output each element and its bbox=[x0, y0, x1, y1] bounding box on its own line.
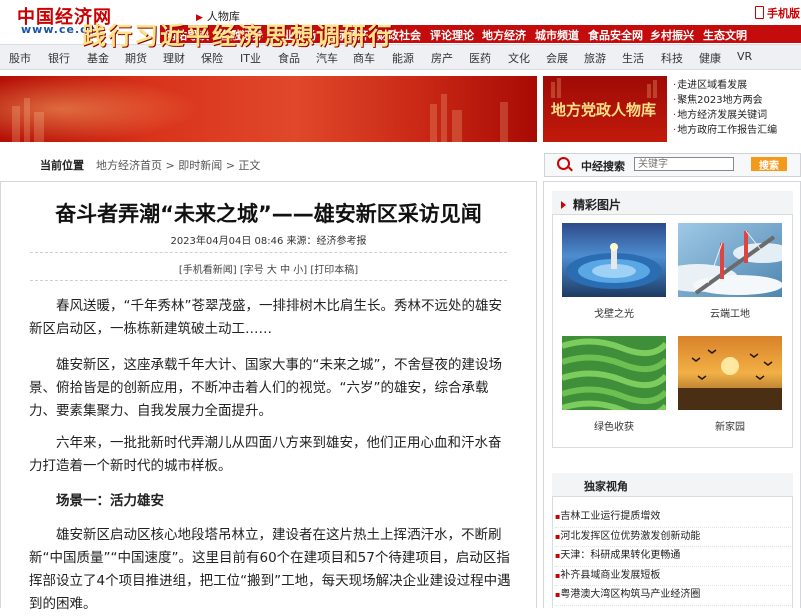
category-nav-item[interactable]: 商车 bbox=[353, 50, 375, 66]
category-nav-item[interactable]: 医药 bbox=[469, 50, 491, 66]
channel-nav-item[interactable]: 生态文明 bbox=[703, 27, 747, 43]
promo-banner-title: 践行习近平经济思想调研行 bbox=[82, 21, 394, 50]
channel-nav-item[interactable]: 评论理论 bbox=[430, 27, 474, 43]
list-item[interactable]: ▪粤港澳大湾区构筑马产业经济圈 bbox=[555, 586, 791, 606]
channel-nav-item[interactable]: 地方经济 bbox=[482, 27, 526, 43]
category-nav-item[interactable]: 科技 bbox=[661, 50, 683, 66]
article-title: 奋斗者弄潮“未来之城”——雄安新区采访见闻 bbox=[55, 202, 482, 226]
region-link-label: 聚焦2023地方两会 bbox=[677, 95, 763, 106]
region-link-label: 地方经济发展关键词 bbox=[677, 110, 768, 121]
channel-nav-item[interactable]: 城市频道 bbox=[535, 27, 579, 43]
article-tools[interactable]: [手机看新闻] [字号 大 中 小] [打印本稿] bbox=[0, 261, 537, 276]
article-paragraph-text: 雄安新区，这座承载千年大计、国家大事的“未来之城”，不舍昼夜的建设场景、俯拾皆是… bbox=[29, 357, 502, 419]
region-link[interactable]: ·走进区域看发展 bbox=[673, 78, 777, 93]
divider bbox=[30, 252, 507, 253]
exclusive-list: ▪吉林工业运行提质增效 ▪河北发挥区位优势激发创新动能 ▪天津：科研成果转化更畅… bbox=[555, 508, 791, 606]
region-link-label: 地方政府工作报告汇编 bbox=[677, 125, 778, 136]
channel-nav-item[interactable]: 食品安全网 bbox=[588, 27, 643, 43]
category-nav-item[interactable]: 汽车 bbox=[316, 50, 338, 66]
category-nav-item[interactable]: IT业 bbox=[240, 50, 261, 66]
category-nav-item[interactable]: 健康 bbox=[699, 50, 721, 66]
breadcrumb-path[interactable]: 地方经济首页 > 即时新闻 > 正文 bbox=[96, 159, 260, 172]
search-button[interactable]: 搜索 bbox=[751, 157, 787, 172]
category-nav-item[interactable]: 银行 bbox=[48, 50, 70, 66]
category-nav-item[interactable]: 基金 bbox=[87, 50, 109, 66]
photo-module-title: 精彩图片 bbox=[573, 198, 622, 212]
exclusive-module-title: 独家视角 bbox=[584, 480, 628, 493]
search-icon bbox=[557, 157, 570, 170]
region-links-list: ·走进区域看发展 ·聚焦2023地方两会 ·地方经济发展关键词 ·地方政府工作报… bbox=[673, 78, 777, 138]
phone-icon bbox=[755, 6, 764, 19]
list-item-label: 补齐县域商业发展短板 bbox=[560, 569, 661, 581]
list-item[interactable]: ▪吉林工业运行提质增效 bbox=[555, 508, 791, 528]
bullet-icon: · bbox=[673, 95, 677, 106]
region-link-label: 走进区域看发展 bbox=[677, 80, 748, 91]
triangle-marker-icon bbox=[561, 201, 566, 209]
list-item-label: 粤港澳大湾区构筑马产业经济圈 bbox=[560, 589, 701, 600]
list-item-label: 河北发挥区位优势激发创新动能 bbox=[560, 530, 701, 542]
bridge-clouds-image[interactable] bbox=[678, 223, 782, 297]
list-item[interactable]: ▪天津：科研成果转化更畅通 bbox=[555, 547, 791, 567]
category-nav-item[interactable]: 能源 bbox=[392, 50, 414, 66]
region-link[interactable]: ·地方政府工作报告汇编 bbox=[673, 123, 777, 138]
banner-building-decoration bbox=[12, 94, 508, 142]
article-paragraph: 雄安新区启动区核心地段塔吊林立，建设者在这片热土上挥洒汗水，不断刷新“中国质量”… bbox=[29, 524, 513, 616]
bullet-icon: · bbox=[673, 80, 677, 91]
photo-caption[interactable]: 云端工地 bbox=[678, 305, 782, 320]
tea-field-image[interactable] bbox=[562, 336, 666, 410]
article-paragraph: 雄安新区，这座承载千年大计、国家大事的“未来之城”，不舍昼夜的建设场景、俯拾皆是… bbox=[29, 354, 513, 423]
desert-solar-image[interactable] bbox=[562, 223, 666, 297]
category-nav-item[interactable]: VR bbox=[737, 50, 752, 63]
article-paragraph-text: 六年来，一批批新时代弄潮儿从四面八方来到雄安，他们正用心血和汗水奋力打造着一个新… bbox=[29, 435, 502, 474]
article-paragraph: 春风送暖，“千年秀林”苍翠茂盛，一排排树木比肩生长。秀林不远处的雄安新区启动区，… bbox=[29, 295, 513, 341]
photo-caption[interactable]: 戈壁之光 bbox=[562, 305, 666, 320]
category-nav-item[interactable]: 理财 bbox=[163, 50, 185, 66]
article-subheading: 场景一：活力雄安 bbox=[56, 493, 164, 509]
bullet-icon: · bbox=[673, 125, 677, 136]
list-item[interactable]: ▪河北发挥区位优势激发创新动能 bbox=[555, 528, 791, 547]
promo-banner[interactable] bbox=[0, 76, 537, 142]
birds-sunset-image[interactable] bbox=[678, 336, 782, 410]
article-meta: 2023年04月04日 08:46 来源：经济参考报 bbox=[170, 236, 367, 247]
category-nav-item[interactable]: 会展 bbox=[546, 50, 568, 66]
breadcrumb-label: 当前位置 bbox=[40, 159, 84, 172]
search-label: 中经搜索 bbox=[581, 160, 625, 173]
bullet-icon: · bbox=[673, 110, 677, 121]
article-paragraph-text: 春风送暖，“千年秀林”苍翠茂盛，一排排树木比肩生长。秀林不远处的雄安新区启动区，… bbox=[29, 298, 502, 337]
category-nav-item[interactable]: 文化 bbox=[508, 50, 530, 66]
breadcrumb: 当前位置 地方经济首页 > 即时新闻 > 正文 bbox=[40, 157, 260, 173]
category-nav-item[interactable]: 旅游 bbox=[584, 50, 606, 66]
list-item[interactable]: ▪补齐县域商业发展短板 bbox=[555, 567, 791, 586]
category-nav-item[interactable]: 生活 bbox=[622, 50, 644, 66]
list-item-label: 吉林工业运行提质增效 bbox=[560, 511, 661, 522]
category-nav-item[interactable]: 保险 bbox=[201, 50, 223, 66]
channel-nav-item[interactable]: 乡村振兴 bbox=[650, 27, 694, 43]
divider bbox=[30, 280, 507, 281]
people-library-banner-title: 地方党政人物库 bbox=[551, 101, 657, 119]
category-nav-item[interactable]: 期货 bbox=[125, 50, 147, 66]
category-nav-item[interactable]: 股市 bbox=[9, 50, 31, 66]
search-input[interactable] bbox=[634, 157, 734, 171]
category-nav-item[interactable]: 房产 bbox=[431, 50, 453, 66]
category-nav-item[interactable]: 食品 bbox=[278, 50, 300, 66]
list-item-label: 天津：科研成果转化更畅通 bbox=[560, 550, 681, 561]
photo-caption[interactable]: 绿色收获 bbox=[562, 418, 666, 433]
article-paragraph: 六年来，一批批新时代弄潮儿从四面八方来到雄安，他们正用心血和汗水奋力打造着一个新… bbox=[29, 432, 513, 478]
mobile-version-link[interactable]: 手机版 bbox=[755, 5, 800, 21]
region-link[interactable]: ·地方经济发展关键词 bbox=[673, 108, 777, 123]
mobile-version-label: 手机版 bbox=[767, 7, 800, 20]
region-link[interactable]: ·聚焦2023地方两会 bbox=[673, 93, 777, 108]
article-paragraph-text: 雄安新区启动区核心地段塔吊林立，建设者在这片热土上挥洒汗水，不断刷新“中国质量”… bbox=[29, 527, 511, 612]
photo-caption[interactable]: 新家园 bbox=[678, 418, 782, 433]
